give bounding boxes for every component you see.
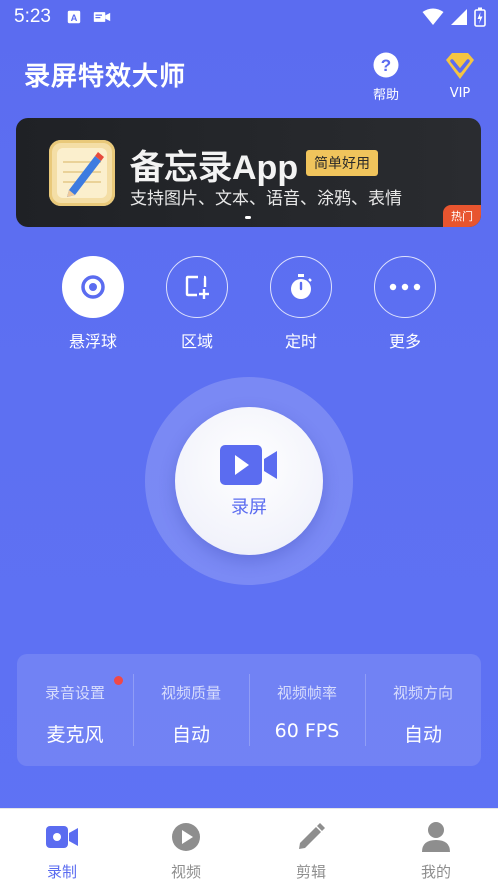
svg-text:A: A <box>71 13 78 23</box>
svg-text:?: ? <box>381 56 391 75</box>
setting-framerate[interactable]: 视频帧率 60 FPS <box>249 654 365 766</box>
hot-badge: 热门 <box>443 205 481 227</box>
region-add-icon <box>185 275 209 299</box>
keyboard-a-icon: A <box>67 10 81 24</box>
record-label: 录屏 <box>231 497 267 518</box>
help-button[interactable]: ? 帮助 <box>361 52 411 103</box>
nav-label: 录制 <box>46 863 77 881</box>
tool-more-circle <box>374 256 436 318</box>
tool-label: 区域 <box>180 332 213 351</box>
notice-dot <box>114 676 123 685</box>
nav-item-edit[interactable]: 剪辑 <box>261 819 361 882</box>
nav-label: 剪辑 <box>295 863 326 881</box>
tool-timer[interactable]: 定时 <box>261 256 341 352</box>
setting-value: 自动 <box>171 724 210 746</box>
vip-button[interactable]: VIP <box>435 52 485 101</box>
setting-value: 麦克风 <box>46 724 104 746</box>
setting-key: 视频质量 <box>160 684 221 702</box>
bottom-nav: 录制 视频 剪辑 我的 <box>0 808 498 887</box>
signal-icon <box>451 9 467 25</box>
tool-floating-ball-circle <box>62 256 124 318</box>
wifi-icon <box>422 8 444 25</box>
battery-icon <box>474 7 486 27</box>
nav-label: 视频 <box>170 863 201 881</box>
tool-region[interactable]: 区域 <box>157 256 237 352</box>
record-button-ring: 录屏 <box>145 377 353 585</box>
banner-tag: 简单好用 <box>306 150 378 176</box>
help-label: 帮助 <box>372 88 399 103</box>
nav-item-record[interactable]: 录制 <box>12 819 112 882</box>
record-tab-icon <box>46 826 78 848</box>
tool-more[interactable]: 更多 <box>365 256 445 352</box>
floating-ball-icon <box>81 275 105 299</box>
ad-banner[interactable]: 备忘录App 简单好用 支持图片、文本、语音、涂鸦、表情 热门 <box>16 118 481 227</box>
play-tab-icon <box>172 823 200 851</box>
tool-label: 定时 <box>284 332 317 351</box>
page-title: 录屏特效大师 <box>24 62 187 92</box>
tool-timer-circle <box>270 256 332 318</box>
banner-subtitle: 支持图片、文本、语音、涂鸦、表情 <box>130 189 402 209</box>
timer-icon <box>291 274 312 299</box>
setting-audio[interactable]: 录音设置 麦克风 <box>17 654 133 766</box>
tool-region-circle <box>166 256 228 318</box>
video-camera-icon <box>220 445 277 485</box>
record-button[interactable]: 录屏 <box>175 407 323 555</box>
banner-page-indicator <box>245 216 251 219</box>
pencil-notebook-icon <box>57 148 107 198</box>
setting-key: 录音设置 <box>44 684 105 702</box>
vip-diamond-icon <box>446 53 474 79</box>
setting-orientation[interactable]: 视频方向 自动 <box>365 654 481 766</box>
status-right-group <box>422 7 486 27</box>
tool-floating-ball[interactable]: 悬浮球 <box>53 256 133 352</box>
tool-label: 更多 <box>388 332 421 351</box>
pencil-tab-icon <box>299 823 325 849</box>
app-header: 录屏特效大师 ? 帮助 VIP <box>24 52 478 103</box>
person-tab-icon <box>422 822 450 852</box>
notebook-app-icon <box>49 140 115 206</box>
setting-value: 自动 <box>403 724 442 746</box>
setting-key: 视频方向 <box>392 684 453 702</box>
record-settings-panel: 录音设置 麦克风 视频质量 自动 视频帧率 60 FPS 视频方向 自动 <box>17 654 481 766</box>
help-icon: ? <box>373 52 399 78</box>
setting-value: 60 FPS <box>274 720 340 742</box>
tool-label: 悬浮球 <box>68 332 117 351</box>
nav-label: 我的 <box>420 863 451 881</box>
setting-key: 视频帧率 <box>276 684 337 702</box>
nav-item-profile[interactable]: 我的 <box>386 819 486 882</box>
more-dots-icon <box>389 283 421 291</box>
screen-record-status-icon <box>93 12 111 22</box>
status-bar: 5:23 A <box>0 0 498 34</box>
nav-item-video[interactable]: 视频 <box>136 819 236 882</box>
setting-quality[interactable]: 视频质量 自动 <box>133 654 249 766</box>
banner-title: 备忘录App <box>130 149 299 187</box>
status-time: 5:23 <box>14 6 51 27</box>
vip-label: VIP <box>449 86 471 101</box>
tool-row: 悬浮球 区域 定时 更多 <box>0 256 498 356</box>
